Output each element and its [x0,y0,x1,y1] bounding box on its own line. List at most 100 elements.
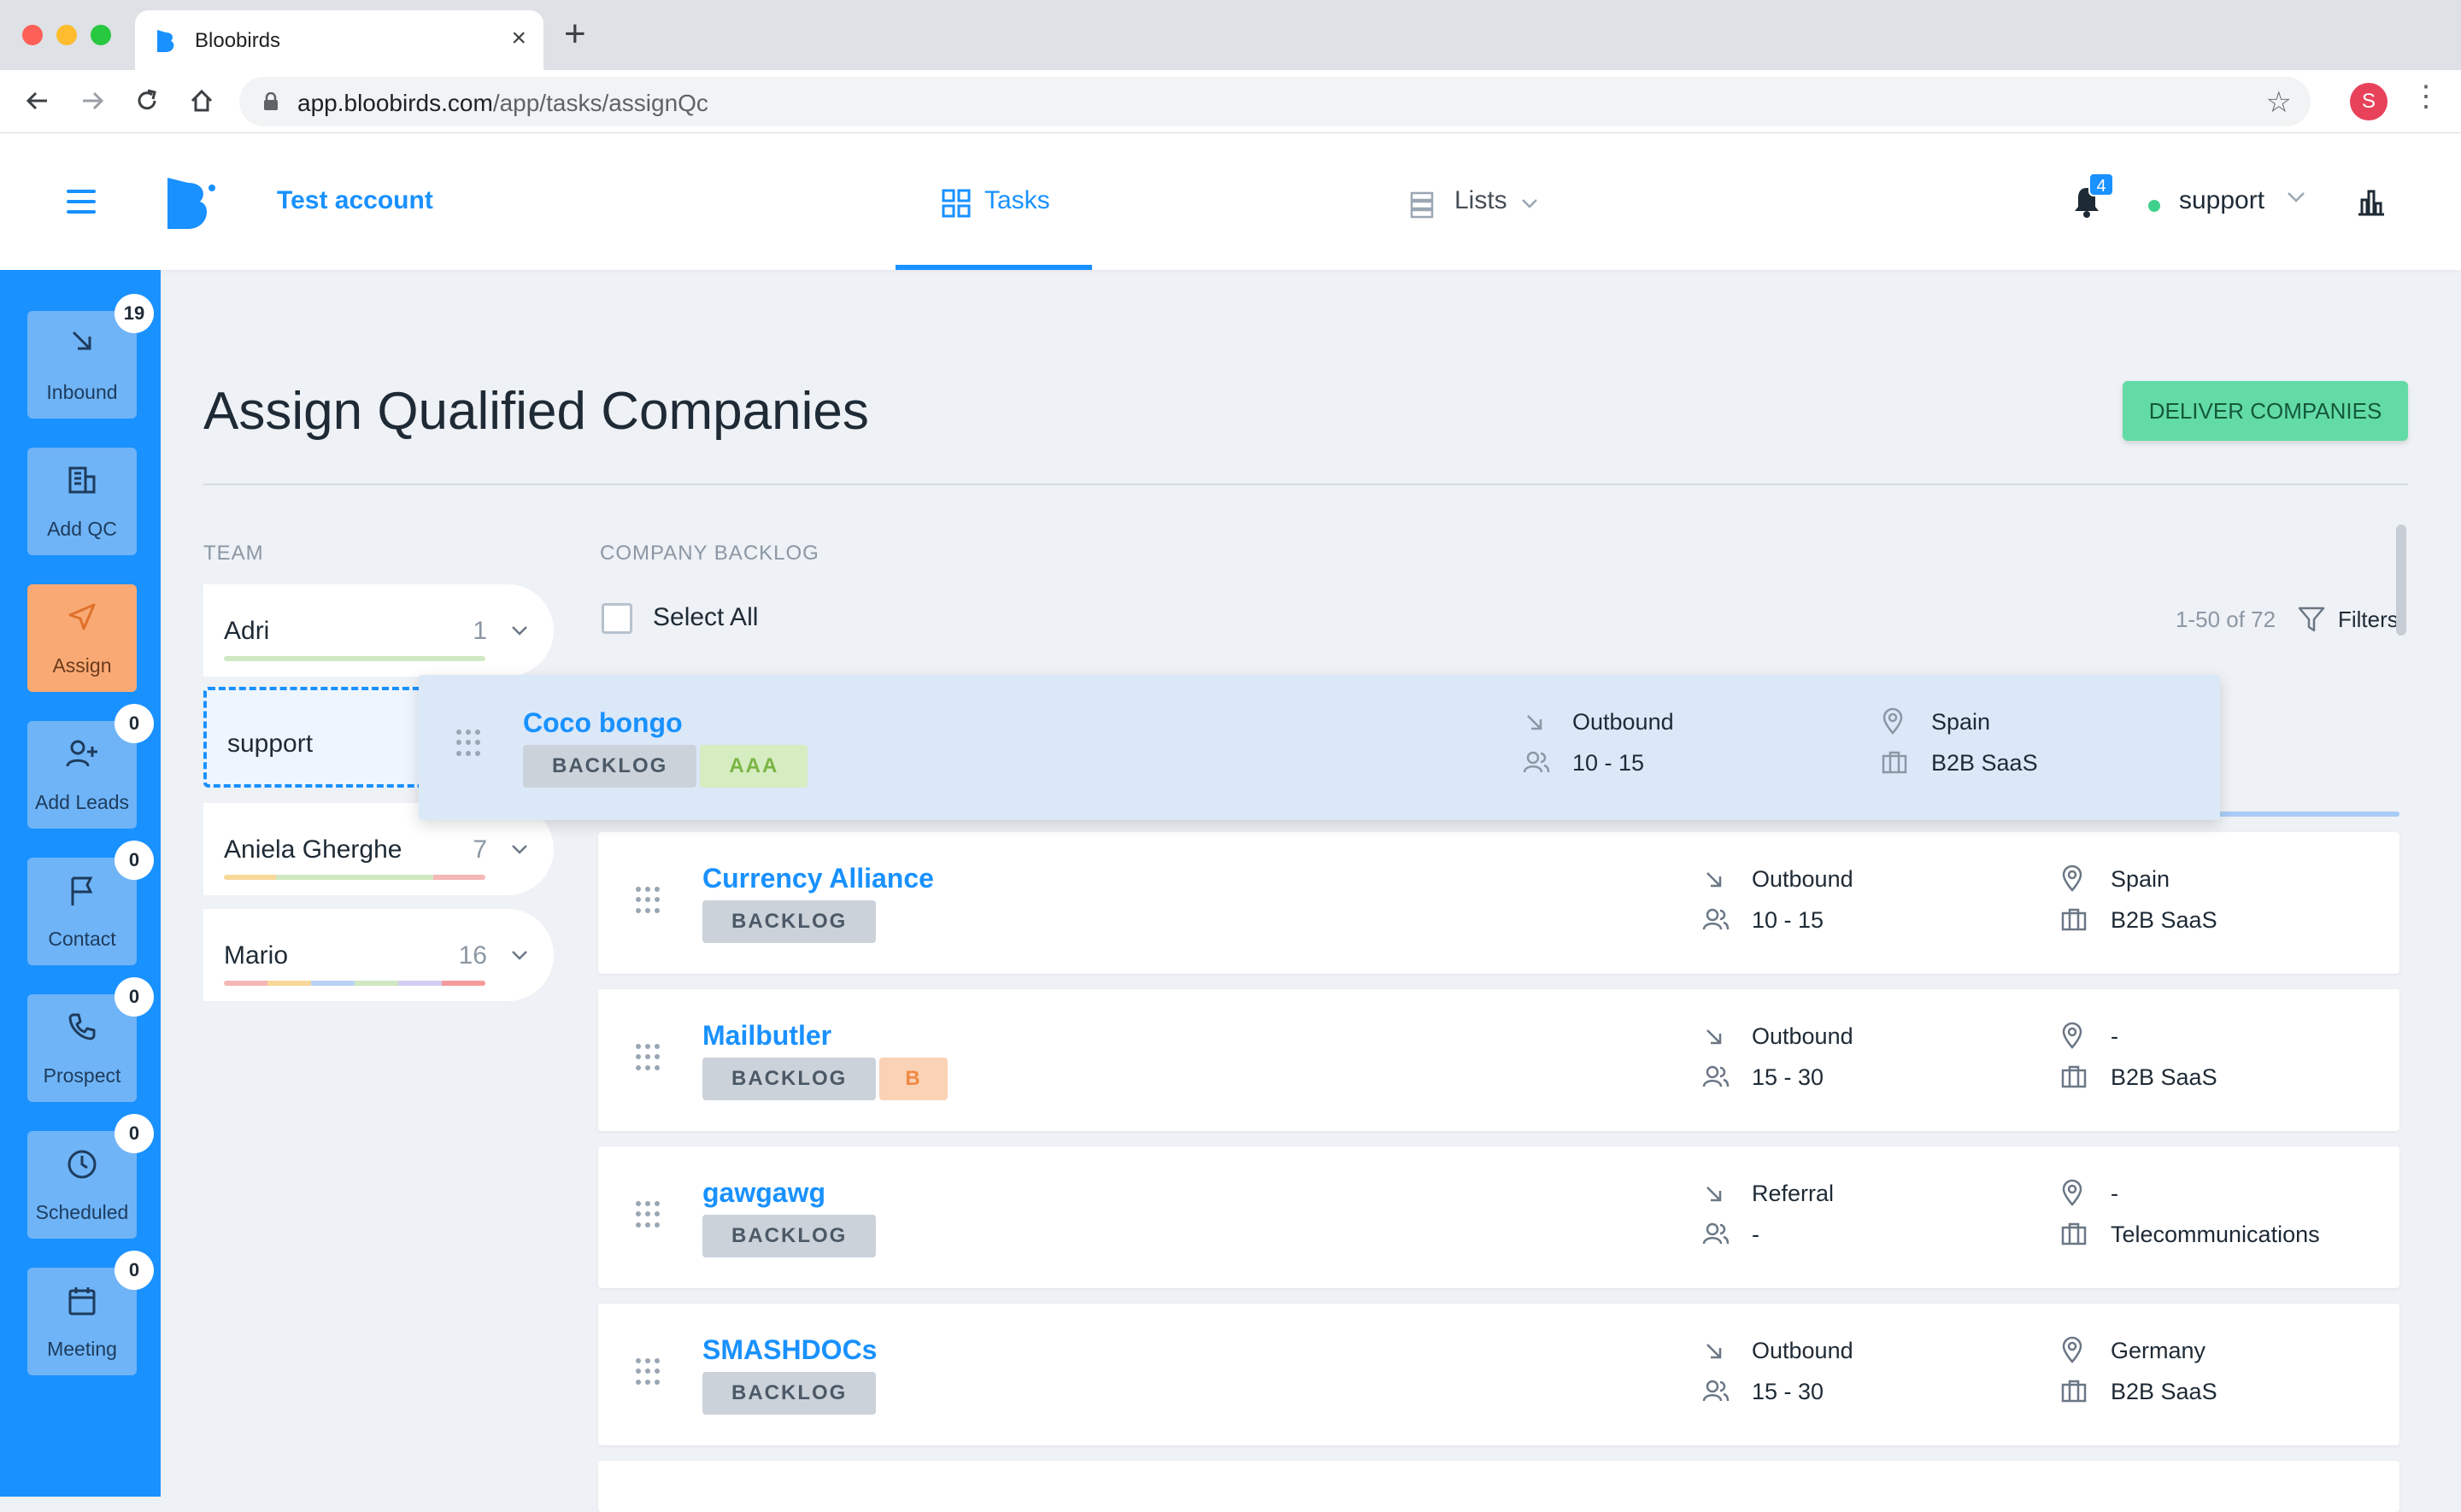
rating-badge: B [879,1058,948,1100]
company-backlog-heading: COMPANY BACKLOG [600,542,819,565]
count-badge: 0 [115,977,154,1017]
people-icon [1702,1380,1730,1402]
pagination-info: 1-50 of 72 [2176,607,2276,632]
reload-button[interactable] [130,84,164,118]
user-menu-label[interactable]: support [2179,186,2264,215]
sidebar-item-label: Inbound [46,381,118,403]
sidebar-item-prospect[interactable]: Prospect 0 [27,977,154,1102]
sidebar-item-label: Prospect [43,1064,121,1087]
sidebar-item-add-leads[interactable]: Add Leads 0 [27,704,154,829]
hamburger-menu-icon[interactable] [67,190,96,220]
close-window-button[interactable] [22,25,43,45]
source-value: Outbound [1752,866,1853,892]
chevron-down-icon[interactable] [2287,191,2305,203]
people-icon [1702,1065,1730,1087]
size-value: - [1752,1222,1759,1247]
send-icon [68,603,96,630]
people-icon [1702,1222,1730,1245]
sidebar-item-meeting[interactable]: Meeting 0 [27,1251,154,1375]
status-badge: BACKLOG [702,1372,877,1415]
bookmark-star-icon[interactable]: ☆ [2266,85,2292,120]
browser-tab-bar: Bloobirds × + [0,0,2461,70]
drag-handle-icon[interactable] [636,887,660,914]
source-value: Outbound [1752,1338,1853,1363]
home-button[interactable] [185,84,219,118]
sidebar-item-label: Assign [52,654,112,677]
url-field[interactable]: app.bloobirds.com/app/tasks/assignQc ☆ [239,77,2311,126]
count-badge: 0 [115,1114,154,1153]
tab-lists-label: Lists [1454,186,1507,214]
count-badge: 0 [115,841,154,880]
sidebar-item-label: Add Leads [35,791,129,813]
forward-button[interactable] [75,84,109,118]
drag-handle-icon[interactable] [636,1358,660,1386]
drag-handle-icon[interactable] [636,1044,660,1071]
back-button[interactable] [21,84,55,118]
sidebar-item-assign[interactable]: Assign [27,584,137,692]
scrollbar[interactable] [2396,525,2406,636]
grid-icon [942,189,971,218]
add-user-icon [66,740,97,767]
maximize-window-button[interactable] [91,25,111,45]
country-value: - [2111,1181,2118,1206]
building-icon [68,466,96,494]
sidebar-item-inbound[interactable]: Inbound 19 [27,294,154,419]
list-icon [1410,191,1434,219]
minimize-window-button[interactable] [56,25,77,45]
account-name[interactable]: Test account [277,186,433,215]
new-tab-button[interactable]: + [564,15,586,53]
company-card[interactable]: gawgawg BACKLOG Referral - - Telecommuni… [598,1146,2399,1288]
team-member-progress-bar [224,875,485,880]
select-all-checkbox[interactable] [602,603,632,634]
company-card[interactable]: Currency Alliance BACKLOG Outbound 10 - … [598,832,2399,974]
team-member-card[interactable]: Mario 16 [203,909,554,1001]
company-name-link[interactable]: Currency Alliance [702,863,934,894]
chevron-down-icon[interactable] [511,625,528,636]
source-value: Outbound [1572,709,1674,735]
chevron-down-icon[interactable] [511,950,528,960]
country-value: Germany [2111,1338,2206,1363]
chevron-down-icon[interactable] [511,844,528,854]
drag-handle-icon[interactable] [456,730,480,757]
deliver-companies-button[interactable]: DELIVER COMPANIES [2123,381,2408,441]
team-member-card[interactable]: Adri 1 [203,584,554,677]
tab-tasks[interactable]: Tasks [896,133,1092,270]
reload-icon [138,89,156,110]
team-heading: TEAM [203,542,264,565]
status-badge: BACKLOG [523,745,697,788]
company-card[interactable]: SMASHDOCs BACKLOG Outbound 15 - 30 Germa… [598,1304,2399,1445]
arrow-down-right-icon [1706,872,1722,888]
briefcase-icon [2061,1065,2087,1088]
sidebar-item-label: Contact [48,928,116,950]
profile-avatar[interactable]: S [2350,83,2388,120]
industry-value: B2B SaaS [2111,1379,2217,1404]
company-name-link[interactable]: SMASHDOCs [702,1334,877,1366]
active-tab-indicator [896,265,1092,270]
country-value: - [2111,1023,2118,1049]
company-card[interactable] [598,1461,2399,1512]
bar-chart-icon[interactable] [2355,186,2386,217]
chevron-down-icon [1522,199,1537,208]
sidebar-item-add-qc[interactable]: Add QC [27,448,137,555]
close-tab-icon[interactable]: × [511,24,526,53]
dragging-company-card[interactable]: Coco bongo BACKLOG AAA Outbound 10 - 15 S… [419,675,2220,820]
industry-value: B2B SaaS [2111,907,2217,933]
sidebar-item-label: Meeting [47,1338,117,1360]
drag-handle-icon[interactable] [636,1201,660,1228]
team-member-name: Aniela Gherghe [224,835,402,864]
sidebar-item-scheduled[interactable]: Scheduled 0 [27,1114,154,1239]
size-value: 15 - 30 [1752,1379,1824,1404]
arrow-down-right-icon [1706,1187,1722,1202]
company-card[interactable]: Mailbutler BACKLOG B Outbound 15 - 30 - B… [598,989,2399,1131]
company-name-link[interactable]: Mailbutler [702,1020,831,1052]
industry-value: B2B SaaS [1931,750,2038,776]
browser-menu-icon[interactable]: ⋮ [2411,82,2440,111]
browser-tab[interactable]: Bloobirds × [135,10,543,70]
bloobirds-favicon-icon [157,30,174,52]
team-member-count: 7 [473,835,487,864]
company-name-link[interactable]: Coco bongo [523,707,683,739]
industry-value: Telecommunications [2111,1222,2320,1247]
sidebar-item-contact[interactable]: Contact 0 [27,841,154,965]
briefcase-icon [2061,1222,2087,1245]
company-name-link[interactable]: gawgawg [702,1177,825,1209]
